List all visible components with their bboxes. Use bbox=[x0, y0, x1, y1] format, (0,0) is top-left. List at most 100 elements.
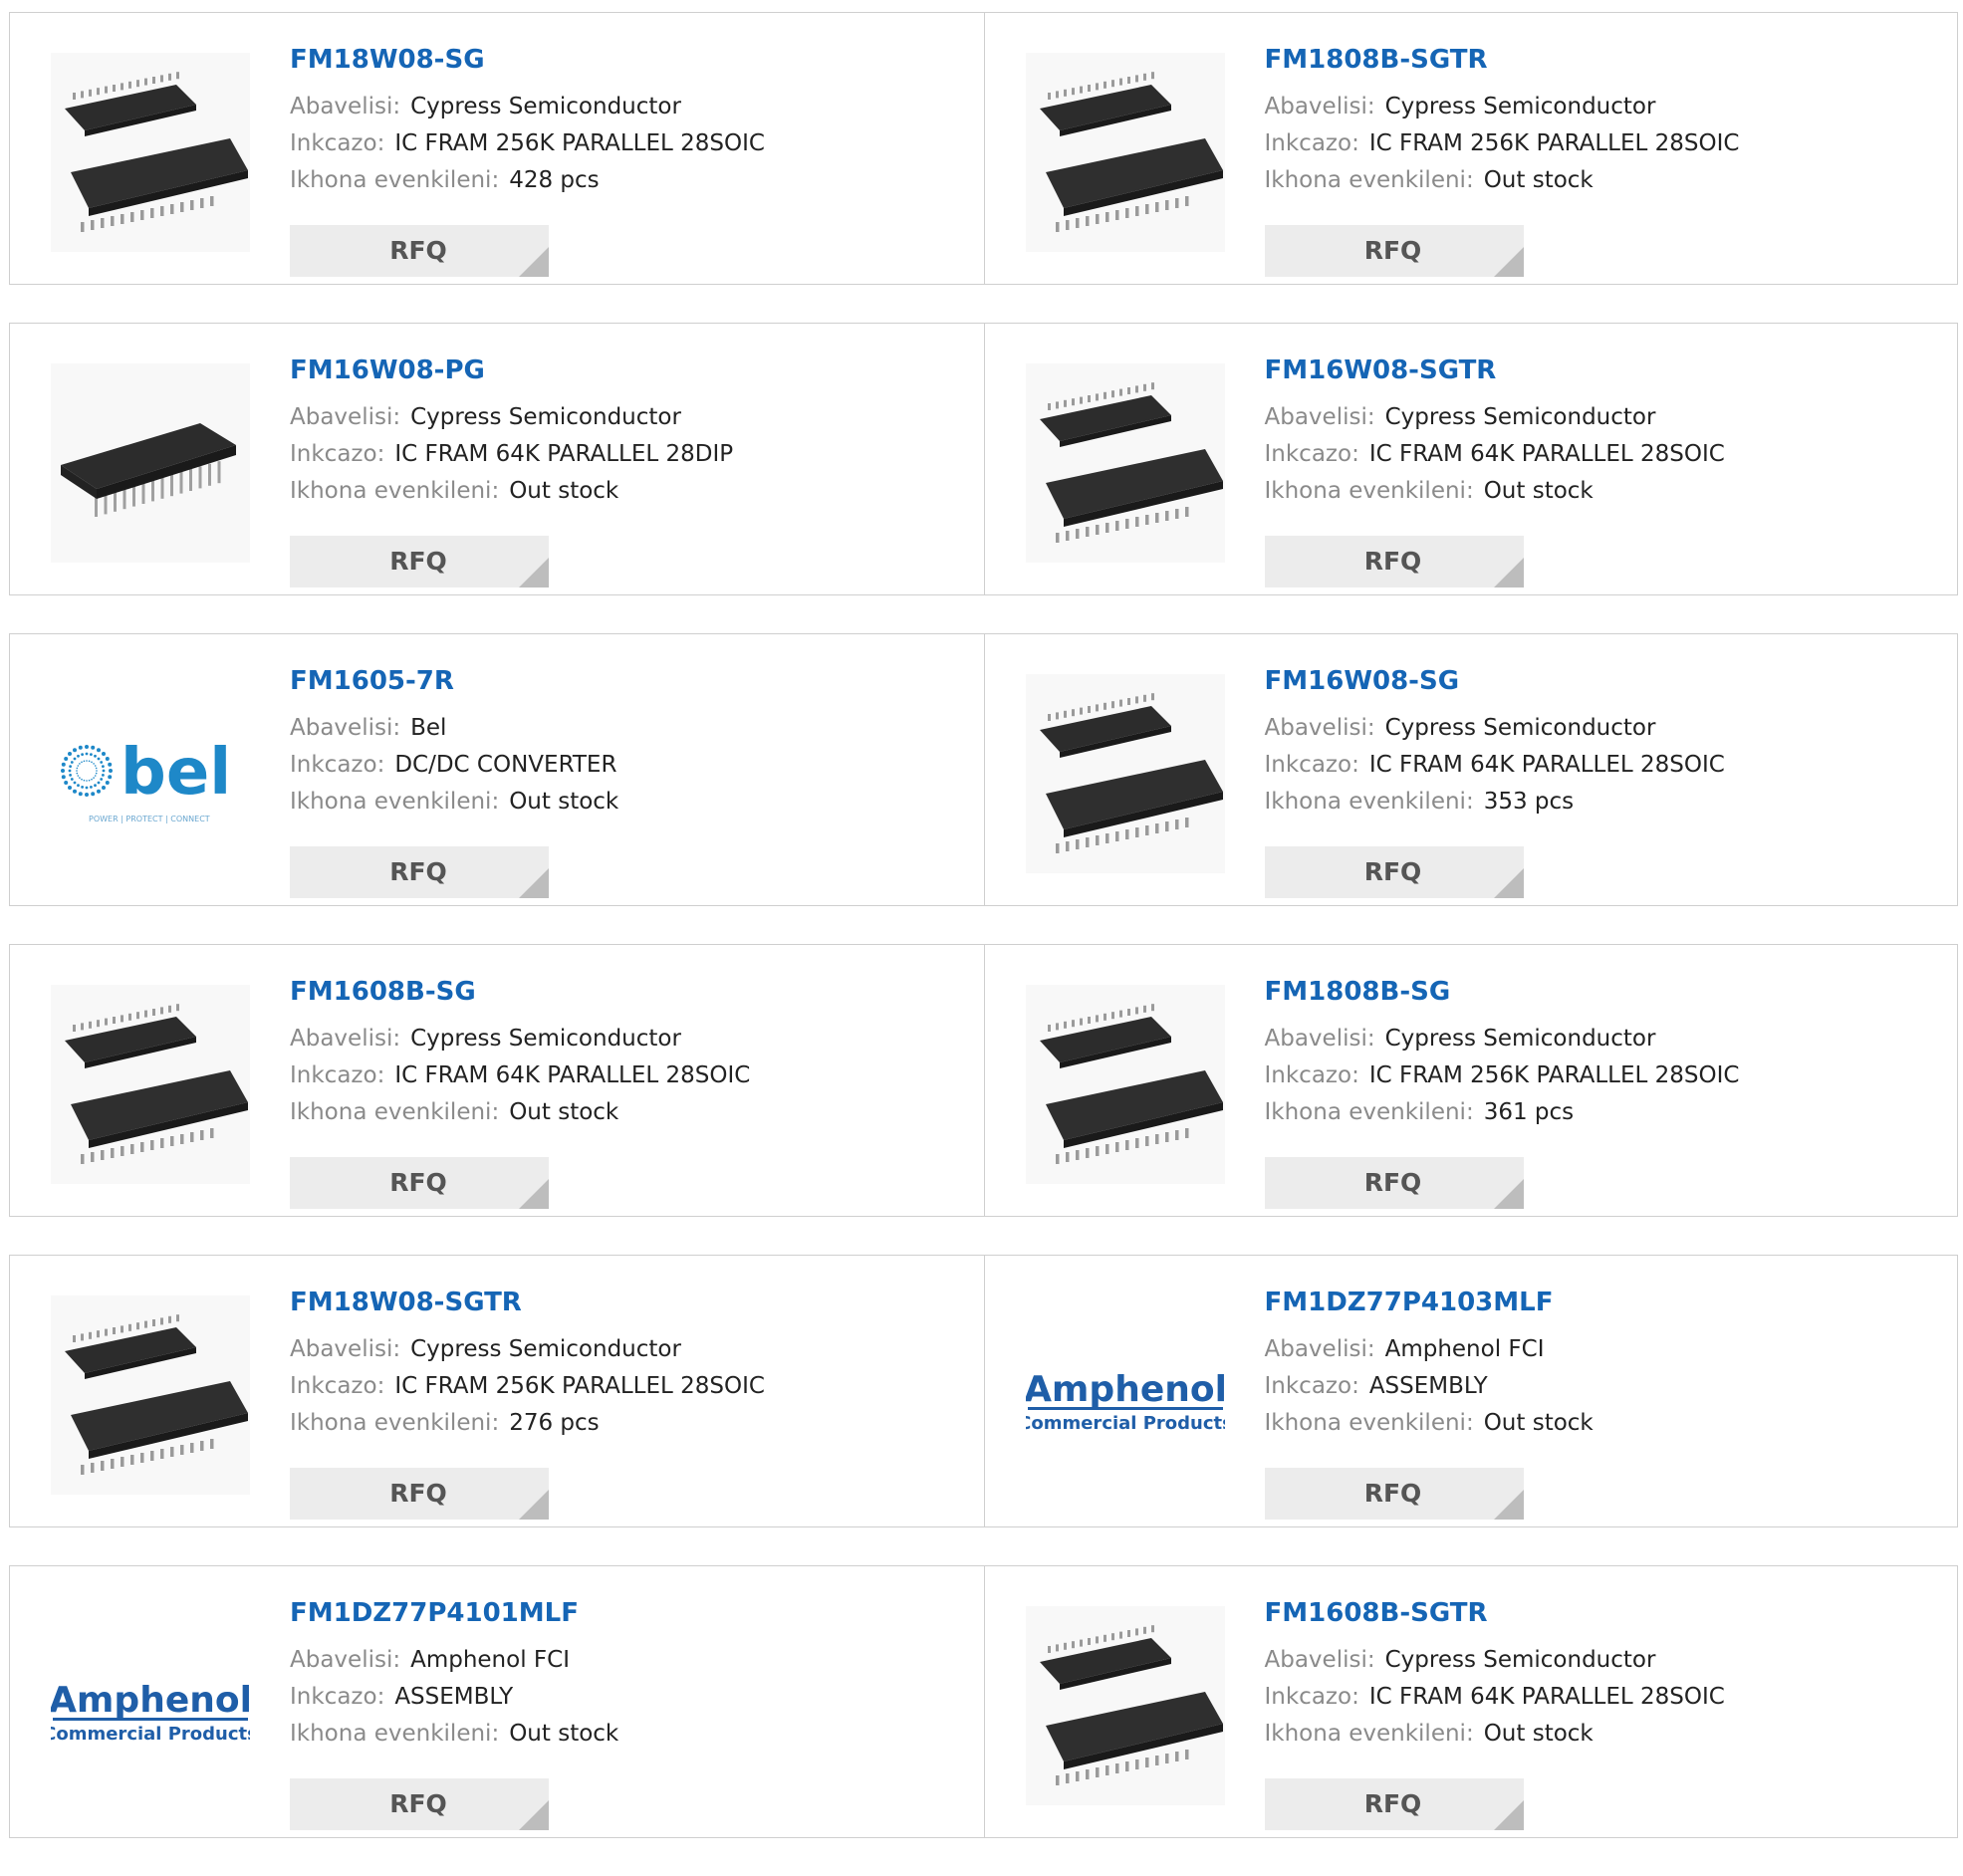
soic-chip-icon[interactable] bbox=[51, 1295, 250, 1495]
rfq-button[interactable]: RFQ bbox=[290, 1778, 549, 1830]
rfq-button[interactable]: RFQ bbox=[290, 225, 549, 277]
product-info: FM1608B-SG Abavelisi: Cypress Semiconduct… bbox=[290, 975, 974, 1209]
manufacturer-label: Abavelisi: bbox=[290, 94, 401, 119]
part-number-link[interactable]: FM16W08-SGTR bbox=[1265, 353, 1948, 387]
rfq-button-label: RFQ bbox=[1363, 1789, 1422, 1818]
description-line: Inkcazo: ASSEMBLY bbox=[1265, 1368, 1948, 1405]
manufacturer-value: Cypress Semiconductor bbox=[410, 94, 681, 119]
manufacturer-value: Bel bbox=[410, 715, 447, 741]
description-line: Inkcazo: DC/DC CONVERTER bbox=[290, 747, 974, 784]
manufacturer-label: Abavelisi: bbox=[290, 1336, 401, 1362]
bel-logo[interactable]: bel POWER | PROTECT | CONNECT bbox=[51, 674, 250, 873]
amphenol-logo[interactable]: Amphenol Commercial Products bbox=[51, 1606, 250, 1805]
manufacturer-label: Abavelisi: bbox=[1264, 1647, 1375, 1673]
corner-triangle-icon bbox=[1493, 868, 1524, 898]
soic-chip-icon[interactable] bbox=[1025, 1606, 1225, 1805]
stock-value: Out stock bbox=[1483, 1721, 1594, 1747]
rfq-button[interactable]: RFQ bbox=[1264, 1157, 1524, 1209]
amphenol-logo-tagline: Commercial Products bbox=[1026, 1413, 1225, 1434]
product-info: FM18W08-SG Abavelisi: Cypress Semiconduct… bbox=[290, 43, 974, 277]
rfq-button[interactable]: RFQ bbox=[290, 846, 549, 898]
stock-line: Ikhona evenkileni: Out stock bbox=[1265, 473, 1948, 510]
manufacturer-value: Cypress Semiconductor bbox=[410, 1336, 681, 1362]
part-number-link[interactable]: FM16W08-SG bbox=[1265, 664, 1948, 698]
manufacturer-value: Cypress Semiconductor bbox=[410, 1026, 681, 1052]
stock-label: Ikhona evenkileni: bbox=[1264, 1099, 1474, 1125]
amphenol-logo-word: Amphenol bbox=[51, 1680, 250, 1721]
product-info: FM1808B-SGTR Abavelisi: Cypress Semicondu… bbox=[1264, 43, 1948, 277]
manufacturer-line: Abavelisi: Cypress Semiconductor bbox=[1265, 1642, 1948, 1679]
description-label: Inkcazo: bbox=[290, 130, 385, 156]
part-number-link[interactable]: FM18W08-SG bbox=[290, 43, 974, 77]
product-card: FM16W08-SG Abavelisi: Cypress Semiconduct… bbox=[983, 634, 1958, 905]
rfq-button[interactable]: RFQ bbox=[1264, 536, 1524, 587]
product-info: FM16W08-SG Abavelisi: Cypress Semiconduct… bbox=[1264, 664, 1948, 898]
product-card: FM1608B-SG Abavelisi: Cypress Semiconduct… bbox=[10, 945, 984, 1216]
stock-line: Ikhona evenkileni: 353 pcs bbox=[1265, 784, 1948, 821]
part-number-link[interactable]: FM1605-7R bbox=[290, 664, 974, 698]
manufacturer-label: Abavelisi: bbox=[1264, 404, 1375, 430]
stock-line: Ikhona evenkileni: Out stock bbox=[290, 1716, 974, 1753]
description-value: IC FRAM 256K PARALLEL 28SOIC bbox=[1368, 130, 1740, 156]
manufacturer-value: Cypress Semiconductor bbox=[1384, 715, 1656, 741]
corner-triangle-icon bbox=[1493, 558, 1524, 587]
rfq-button[interactable]: RFQ bbox=[290, 1157, 549, 1209]
description-line: Inkcazo: IC FRAM 64K PARALLEL 28SOIC bbox=[1265, 747, 1948, 784]
rfq-button[interactable]: RFQ bbox=[1264, 1778, 1524, 1830]
soic-chip-icon[interactable] bbox=[51, 985, 250, 1184]
dip-chip-icon[interactable] bbox=[51, 363, 250, 563]
manufacturer-line: Abavelisi: Cypress Semiconductor bbox=[290, 1021, 974, 1057]
corner-triangle-icon bbox=[519, 1179, 549, 1209]
description-line: Inkcazo: IC FRAM 64K PARALLEL 28SOIC bbox=[290, 1057, 974, 1094]
description-value: IC FRAM 64K PARALLEL 28DIP bbox=[394, 441, 734, 467]
description-line: Inkcazo: IC FRAM 64K PARALLEL 28SOIC bbox=[1265, 1679, 1948, 1716]
corner-triangle-icon bbox=[1493, 247, 1524, 277]
corner-triangle-icon bbox=[1493, 1179, 1524, 1209]
stock-line: Ikhona evenkileni: 361 pcs bbox=[1265, 1094, 1948, 1131]
soic-chip-icon[interactable] bbox=[1025, 985, 1225, 1184]
part-number-link[interactable]: FM1DZ77P4103MLF bbox=[1265, 1286, 1948, 1319]
rfq-button[interactable]: RFQ bbox=[290, 1468, 549, 1520]
manufacturer-value: Cypress Semiconductor bbox=[1384, 1647, 1656, 1673]
corner-triangle-icon bbox=[519, 868, 549, 898]
rfq-button-label: RFQ bbox=[389, 547, 447, 576]
description-line: Inkcazo: ASSEMBLY bbox=[290, 1679, 974, 1716]
amphenol-logo[interactable]: Amphenol Commercial Products bbox=[1026, 1295, 1225, 1495]
part-number-link[interactable]: FM1808B-SG bbox=[1265, 975, 1948, 1009]
rfq-button-label: RFQ bbox=[1363, 236, 1422, 265]
part-number-link[interactable]: FM1608B-SG bbox=[290, 975, 974, 1009]
product-info: FM1608B-SGTR Abavelisi: Cypress Semicondu… bbox=[1264, 1596, 1948, 1830]
soic-chip-icon[interactable] bbox=[1025, 674, 1225, 873]
manufacturer-line: Abavelisi: Amphenol FCI bbox=[290, 1642, 974, 1679]
manufacturer-line: Abavelisi: Cypress Semiconductor bbox=[1265, 1021, 1948, 1057]
product-info: FM1DZ77P4103MLF Abavelisi: Amphenol FCI I… bbox=[1264, 1286, 1948, 1520]
stock-label: Ikhona evenkileni: bbox=[1264, 1721, 1474, 1747]
product-row: FM18W08-SG Abavelisi: Cypress Semiconduct… bbox=[9, 12, 1958, 285]
part-number-link[interactable]: FM1608B-SGTR bbox=[1265, 1596, 1948, 1630]
description-line: Inkcazo: IC FRAM 256K PARALLEL 28SOIC bbox=[290, 1368, 974, 1405]
soic-chip-icon[interactable] bbox=[1025, 53, 1225, 252]
product-row: FM1608B-SG Abavelisi: Cypress Semiconduct… bbox=[9, 944, 1958, 1217]
rfq-button-label: RFQ bbox=[389, 1168, 447, 1197]
stock-label: Ikhona evenkileni: bbox=[290, 1410, 500, 1436]
corner-triangle-icon bbox=[519, 247, 549, 277]
rfq-button[interactable]: RFQ bbox=[1264, 225, 1524, 277]
description-label: Inkcazo: bbox=[1264, 1062, 1359, 1088]
manufacturer-line: Abavelisi: Cypress Semiconductor bbox=[290, 399, 974, 436]
soic-chip-icon[interactable] bbox=[1025, 363, 1225, 563]
description-line: Inkcazo: IC FRAM 256K PARALLEL 28SOIC bbox=[290, 125, 974, 162]
soic-chip-icon[interactable] bbox=[51, 53, 250, 252]
rfq-button[interactable]: RFQ bbox=[1264, 1468, 1524, 1520]
stock-label: Ikhona evenkileni: bbox=[290, 1099, 500, 1125]
manufacturer-line: Abavelisi: Cypress Semiconductor bbox=[1265, 710, 1948, 747]
stock-label: Ikhona evenkileni: bbox=[1264, 167, 1474, 193]
rfq-button[interactable]: RFQ bbox=[290, 536, 549, 587]
part-number-link[interactable]: FM18W08-SGTR bbox=[290, 1286, 974, 1319]
rfq-button-label: RFQ bbox=[1363, 547, 1422, 576]
description-line: Inkcazo: IC FRAM 64K PARALLEL 28DIP bbox=[290, 436, 974, 473]
rfq-button[interactable]: RFQ bbox=[1264, 846, 1524, 898]
part-number-link[interactable]: FM1DZ77P4101MLF bbox=[290, 1596, 974, 1630]
part-number-link[interactable]: FM1808B-SGTR bbox=[1265, 43, 1948, 77]
manufacturer-value: Cypress Semiconductor bbox=[1384, 404, 1656, 430]
part-number-link[interactable]: FM16W08-PG bbox=[290, 353, 974, 387]
